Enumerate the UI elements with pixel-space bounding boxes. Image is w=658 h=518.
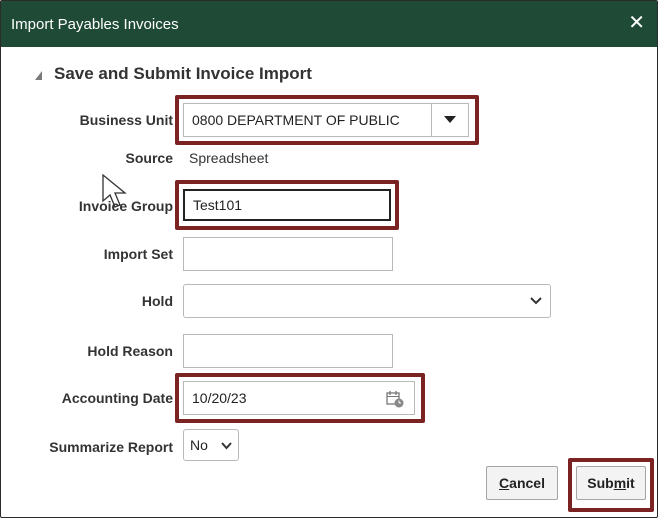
section-title: Save and Submit Invoice Import [54,64,312,83]
summarize-report-label: Summarize Report [49,439,173,455]
business-unit-highlight [175,95,479,145]
submit-highlight [568,458,654,512]
business-unit-label: Business Unit [79,112,173,128]
cancel-button[interactable]: Cancel [486,466,558,500]
close-icon[interactable]: ✕ [628,11,645,35]
import-set-input[interactable] [183,237,393,271]
import-set-label: Import Set [103,246,173,262]
accounting-date-highlight [175,373,425,423]
dialog-title-bar: Import Payables Invoices ✕ [1,1,657,47]
source-label: Source [125,150,173,166]
collapse-triangle-icon[interactable] [35,70,42,80]
invoice-group-label: Invoice Group [78,198,173,214]
accounting-date-label: Accounting Date [61,390,173,406]
source-value: Spreadsheet [189,150,269,166]
hold-select[interactable] [183,284,551,318]
invoice-group-highlight [175,180,399,230]
summarize-report-select[interactable]: No [183,429,239,461]
hold-label: Hold [141,293,173,309]
chevron-down-icon [221,442,232,450]
import-payables-dialog: Import Payables Invoices ✕ Save and Subm… [0,0,658,518]
chevron-down-icon [530,297,542,305]
hold-reason-label: Hold Reason [87,343,173,359]
section-header[interactable]: Save and Submit Invoice Import [35,64,312,84]
cancel-label: Cancel [499,475,545,491]
hold-reason-input[interactable] [183,334,393,368]
summarize-report-value: No [190,437,208,453]
dialog-title: Import Payables Invoices [11,15,179,33]
